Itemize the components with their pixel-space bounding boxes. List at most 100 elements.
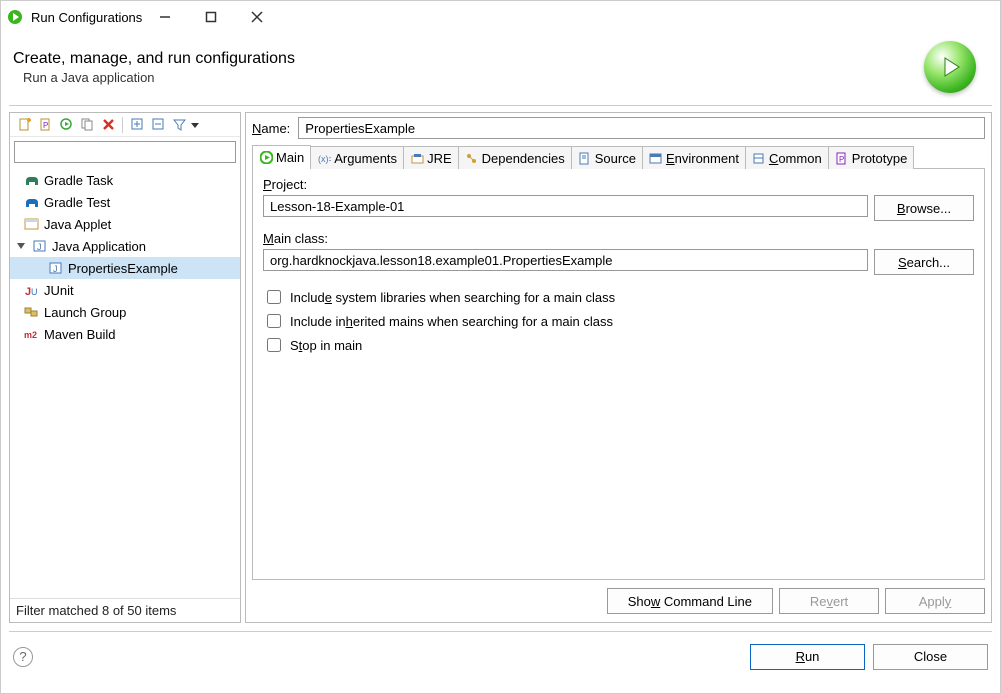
expander-icon[interactable] — [14, 239, 28, 253]
project-label: Project: — [263, 177, 974, 192]
content-area: P Gradle Task Gradle Test Java Applet — [9, 105, 992, 623]
maximize-button[interactable] — [188, 1, 234, 33]
main-class-input[interactable] — [263, 249, 868, 271]
run-decorative-icon — [924, 41, 976, 93]
tab-label: Environment — [666, 151, 739, 166]
minimize-button[interactable] — [142, 1, 188, 33]
duplicate-button[interactable] — [77, 115, 97, 135]
project-input[interactable] — [263, 195, 868, 217]
svg-text:(x)=: (x)= — [318, 154, 331, 164]
expand-all-button[interactable] — [127, 115, 147, 135]
args-icon: (x)= — [317, 151, 331, 165]
common-icon — [752, 151, 766, 165]
close-window-button[interactable] — [234, 1, 280, 33]
tab-dependencies[interactable]: Dependencies — [458, 146, 572, 169]
tab-label: Source — [595, 151, 636, 166]
tree-item-java-applet[interactable]: Java Applet — [10, 213, 240, 235]
tree-item-gradle-task[interactable]: Gradle Task — [10, 169, 240, 191]
tree-item-junit[interactable]: JU JUnit — [10, 279, 240, 301]
junit-icon: JU — [24, 282, 40, 298]
filter-input[interactable] — [14, 141, 236, 163]
dialog-subtitle: Run a Java application — [13, 70, 924, 85]
dialog-title: Create, manage, and run configurations — [13, 50, 924, 68]
source-icon — [578, 151, 592, 165]
filter-button[interactable] — [169, 115, 189, 135]
tree-label: Gradle Task — [44, 173, 113, 188]
tab-label: Common — [769, 151, 822, 166]
app-icon — [7, 9, 23, 25]
env-icon — [649, 151, 663, 165]
export-button[interactable] — [56, 115, 76, 135]
deps-icon — [465, 151, 479, 165]
help-button[interactable]: ? — [13, 647, 33, 667]
revert-button[interactable]: Revert — [779, 588, 879, 614]
proto-icon: P — [835, 151, 849, 165]
name-label: Name: — [252, 121, 290, 136]
tab-label: Dependencies — [482, 151, 565, 166]
collapse-all-button[interactable] — [148, 115, 168, 135]
elephant-icon — [24, 194, 40, 210]
config-tree-panel: P Gradle Task Gradle Test Java Applet — [9, 112, 241, 623]
launch-group-icon — [24, 304, 40, 320]
tab-main[interactable]: Main — [252, 145, 311, 169]
include-inherited-checkbox[interactable] — [267, 314, 281, 328]
filter-status: Filter matched 8 of 50 items — [10, 598, 240, 622]
tab-arguments[interactable]: (x)= Arguments — [310, 146, 404, 169]
tree-label: Java Application — [52, 239, 146, 254]
checkbox-label: Include inherited mains when searching f… — [290, 314, 613, 329]
checkbox-label: Include system libraries when searching … — [290, 290, 615, 305]
new-config-button[interactable] — [14, 115, 34, 135]
jre-icon — [410, 151, 424, 165]
tree-label: Gradle Test — [44, 195, 110, 210]
tree-item-java-application[interactable]: J Java Application — [10, 235, 240, 257]
tree-label: Maven Build — [44, 327, 116, 342]
dialog-header: Create, manage, and run configurations R… — [1, 33, 1000, 105]
tab-strip: Main (x)= Arguments JRE Dependencies Sou… — [252, 145, 985, 169]
tree-item-gradle-test[interactable]: Gradle Test — [10, 191, 240, 213]
main-class-label: Main class: — [263, 231, 974, 246]
tab-prototype[interactable]: P Prototype — [828, 146, 915, 169]
tree-label: PropertiesExample — [68, 261, 178, 276]
maven-icon: m2 — [24, 326, 40, 342]
dialog-footer: ? Run Close — [9, 631, 992, 681]
tab-label: Prototype — [852, 151, 908, 166]
tab-jre[interactable]: JRE — [403, 146, 459, 169]
elephant-icon — [24, 172, 40, 188]
search-button[interactable]: Search... — [874, 249, 974, 275]
editor-button-bar: Show Command Line Revert Apply — [252, 580, 985, 618]
tree-item-launch-group[interactable]: Launch Group — [10, 301, 240, 323]
svg-text:m2: m2 — [24, 330, 37, 340]
apply-button[interactable]: Apply — [885, 588, 985, 614]
tree-item-maven-build[interactable]: m2 Maven Build — [10, 323, 240, 345]
dropdown-arrow-icon[interactable] — [190, 115, 200, 135]
window-title: Run Configurations — [31, 10, 142, 25]
run-green-icon — [259, 151, 273, 165]
tab-label: Arguments — [334, 151, 397, 166]
svg-text:U: U — [31, 287, 38, 297]
show-command-line-button[interactable]: Show Command Line — [607, 588, 773, 614]
tab-source[interactable]: Source — [571, 146, 643, 169]
applet-icon — [24, 216, 40, 232]
tab-common[interactable]: Common — [745, 146, 829, 169]
tree-item-properties-example[interactable]: J PropertiesExample — [10, 257, 240, 279]
svg-text:J: J — [37, 242, 42, 252]
delete-button[interactable] — [98, 115, 118, 135]
run-button[interactable]: Run — [750, 644, 865, 670]
new-prototype-button[interactable]: P — [35, 115, 55, 135]
tab-environment[interactable]: Environment — [642, 146, 746, 169]
svg-text:J: J — [53, 264, 58, 274]
toolbar-separator — [122, 117, 123, 133]
browse-button[interactable]: Browse... — [874, 195, 974, 221]
include-system-checkbox[interactable] — [267, 290, 281, 304]
config-editor-panel: Name: Main (x)= Arguments JRE Dependenci… — [245, 112, 992, 623]
java-app-icon: J — [48, 260, 64, 276]
stop-in-main-checkbox[interactable] — [267, 338, 281, 352]
config-tree[interactable]: Gradle Task Gradle Test Java Applet J Ja… — [10, 165, 240, 598]
name-input[interactable] — [298, 117, 985, 139]
close-button[interactable]: Close — [873, 644, 988, 670]
tree-label: Java Applet — [44, 217, 111, 232]
java-app-icon: J — [32, 238, 48, 254]
window-titlebar: Run Configurations — [1, 1, 1000, 33]
tab-label: JRE — [427, 151, 452, 166]
tree-label: JUnit — [44, 283, 74, 298]
